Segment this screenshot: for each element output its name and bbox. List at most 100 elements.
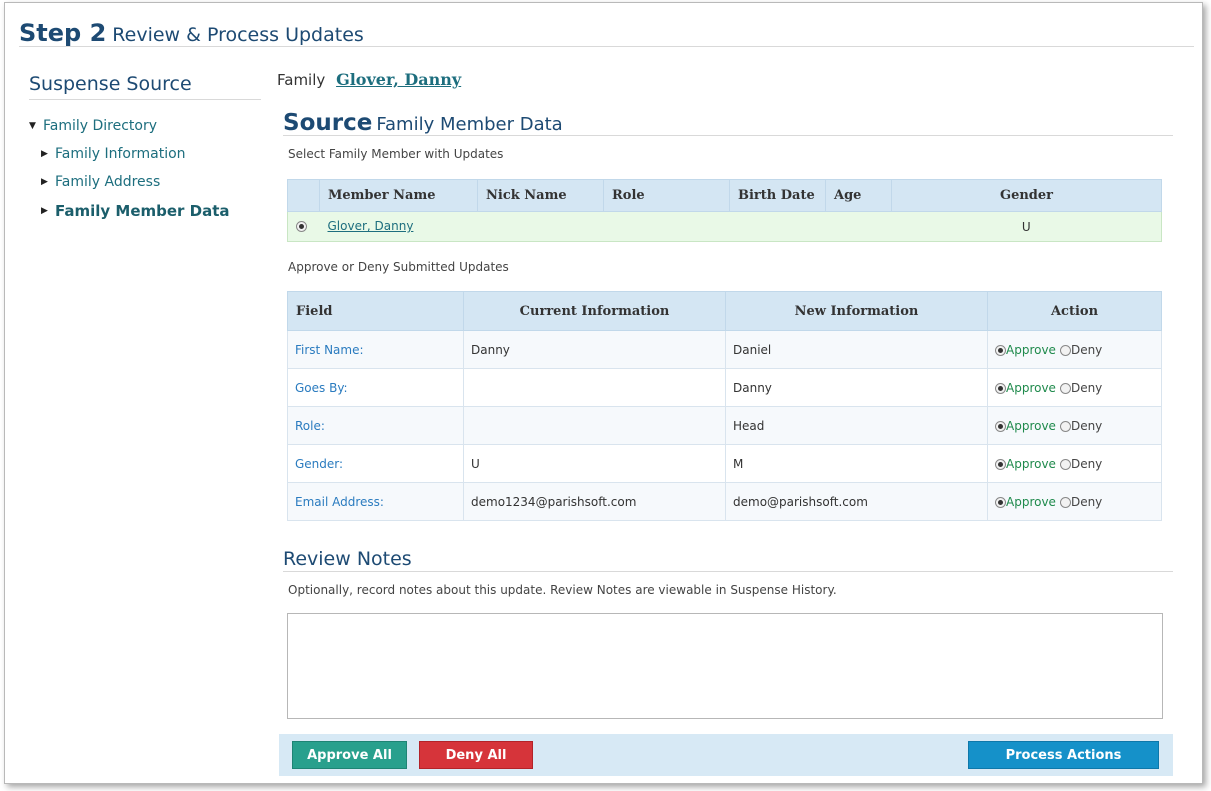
new-info-cell: Danny [725,368,988,407]
step-number: Step 2 [19,19,107,47]
deny-radio[interactable] [1059,458,1071,470]
tree-item-family-address[interactable]: ▶ Family Address [41,174,261,190]
field-name-cell: Email Address: [287,482,464,521]
approve-all-button[interactable]: Approve All [292,741,407,769]
column-header: Member Name [319,179,478,212]
family-label: Family [277,71,326,89]
review-notes-input[interactable] [287,613,1163,719]
column-header: Current Information [463,291,726,331]
table-row[interactable]: Glover, Danny U [287,211,1162,242]
column-header: New Information [725,291,988,331]
column-header: Gender [891,179,1162,212]
family-name-link[interactable]: Glover, Danny [336,70,461,89]
source-title-bold: Source [283,110,373,136]
sidebar: Suspense Source ▼ Family Directory ▶ Fam… [29,73,261,220]
role-cell [603,211,730,242]
deny-label[interactable]: Deny [1071,457,1102,471]
table-row: Gender: U M Approve Deny [287,444,1162,483]
table-row: Email Address: demo1234@parishsoft.com d… [287,482,1162,521]
birth-date-cell [729,211,826,242]
current-info-cell: U [463,444,726,483]
member-select-radio[interactable] [296,221,307,232]
column-header: Age [825,179,892,212]
current-info-cell: demo1234@parishsoft.com [463,482,726,521]
review-notes-hint: Optionally, record notes about this upda… [288,583,837,597]
action-cell: Approve Deny [987,482,1162,521]
tree-item-label: Family Information [55,146,186,162]
member-select-cell [287,211,320,242]
member-name-link[interactable]: Glover, Danny [328,219,414,233]
deny-label[interactable]: Deny [1071,381,1102,395]
action-cell: Approve Deny [987,406,1162,445]
current-info-cell [463,368,726,407]
deny-label[interactable]: Deny [1071,495,1102,509]
approve-radio[interactable] [995,382,1006,394]
field-name-cell: Gender: [287,444,464,483]
member-name-cell: Glover, Danny [319,211,478,242]
tree-item-label: Family Address [55,174,161,190]
step-title: Review & Process Updates [112,24,364,46]
current-info-cell [463,406,726,445]
deny-radio[interactable] [1059,420,1071,432]
tree-item-label: Family Member Data [55,202,230,220]
action-cell: Approve Deny [987,368,1162,407]
column-header: Birth Date [729,179,826,212]
tree-item-label: Family Directory [43,118,158,134]
action-cell: Approve Deny [987,444,1162,483]
tree-item-family-member-data[interactable]: ▶ Family Member Data [41,202,261,220]
process-actions-button[interactable]: Process Actions [968,741,1159,769]
family-line: Family Glover, Danny [277,70,461,89]
approve-label[interactable]: Approve [1006,343,1056,357]
table-row: Goes By: Danny Approve Deny [287,368,1162,407]
table-row: Role: Head Approve Deny [287,406,1162,445]
approve-label[interactable]: Approve [1006,495,1056,509]
approve-radio[interactable] [995,458,1006,470]
current-info-cell: Danny [463,330,726,369]
triangle-right-icon: ▶ [41,177,48,187]
age-cell [825,211,892,242]
approve-label[interactable]: Approve [1006,419,1056,433]
action-cell: Approve Deny [987,330,1162,369]
approve-radio[interactable] [995,344,1006,356]
triangle-right-icon: ▶ [41,206,48,216]
approve-label[interactable]: Approve [1006,457,1056,471]
select-member-hint: Select Family Member with Updates [288,147,504,161]
member-table-header: Member Name Nick Name Role Birth Date Ag… [287,179,1162,212]
select-column-header [287,179,320,212]
updates-table-header: Field Current Information New Informatio… [287,291,1162,331]
field-name-cell: Role: [287,406,464,445]
deny-label[interactable]: Deny [1071,343,1102,357]
new-info-cell: Daniel [725,330,988,369]
field-name-cell: First Name: [287,330,464,369]
triangle-down-icon: ▼ [29,121,36,131]
source-title-rest: Family Member Data [376,114,563,135]
review-notes-title: Review Notes [283,548,1173,572]
column-header: Nick Name [477,179,604,212]
column-header: Field [287,291,464,331]
tree-item-family-directory[interactable]: ▼ Family Directory [29,118,261,134]
column-header: Action [987,291,1162,331]
approve-deny-hint: Approve or Deny Submitted Updates [288,260,509,274]
table-row: First Name: Danny Daniel Approve Deny [287,330,1162,369]
field-name-cell: Goes By: [287,368,464,407]
step-header: Step 2 Review & Process Updates [19,19,1194,47]
sidebar-title: Suspense Source [29,73,261,100]
deny-label[interactable]: Deny [1071,419,1102,433]
approve-label[interactable]: Approve [1006,381,1056,395]
action-button-bar: Approve All Deny All Process Actions [279,734,1173,776]
source-tree: ▼ Family Directory ▶ Family Information … [29,118,261,220]
deny-radio[interactable] [1059,344,1071,356]
gender-cell: U [891,211,1162,242]
new-info-cell: Head [725,406,988,445]
deny-all-button[interactable]: Deny All [419,741,533,769]
triangle-right-icon: ▶ [41,149,48,159]
updates-table: Field Current Information New Informatio… [287,291,1162,521]
deny-radio[interactable] [1059,496,1071,508]
column-header: Role [603,179,730,212]
approve-radio[interactable] [995,496,1006,508]
tree-item-family-information[interactable]: ▶ Family Information [41,146,261,162]
member-table: Member Name Nick Name Role Birth Date Ag… [287,179,1162,242]
deny-radio[interactable] [1059,382,1071,394]
nick-name-cell [477,211,604,242]
approve-radio[interactable] [995,420,1006,432]
